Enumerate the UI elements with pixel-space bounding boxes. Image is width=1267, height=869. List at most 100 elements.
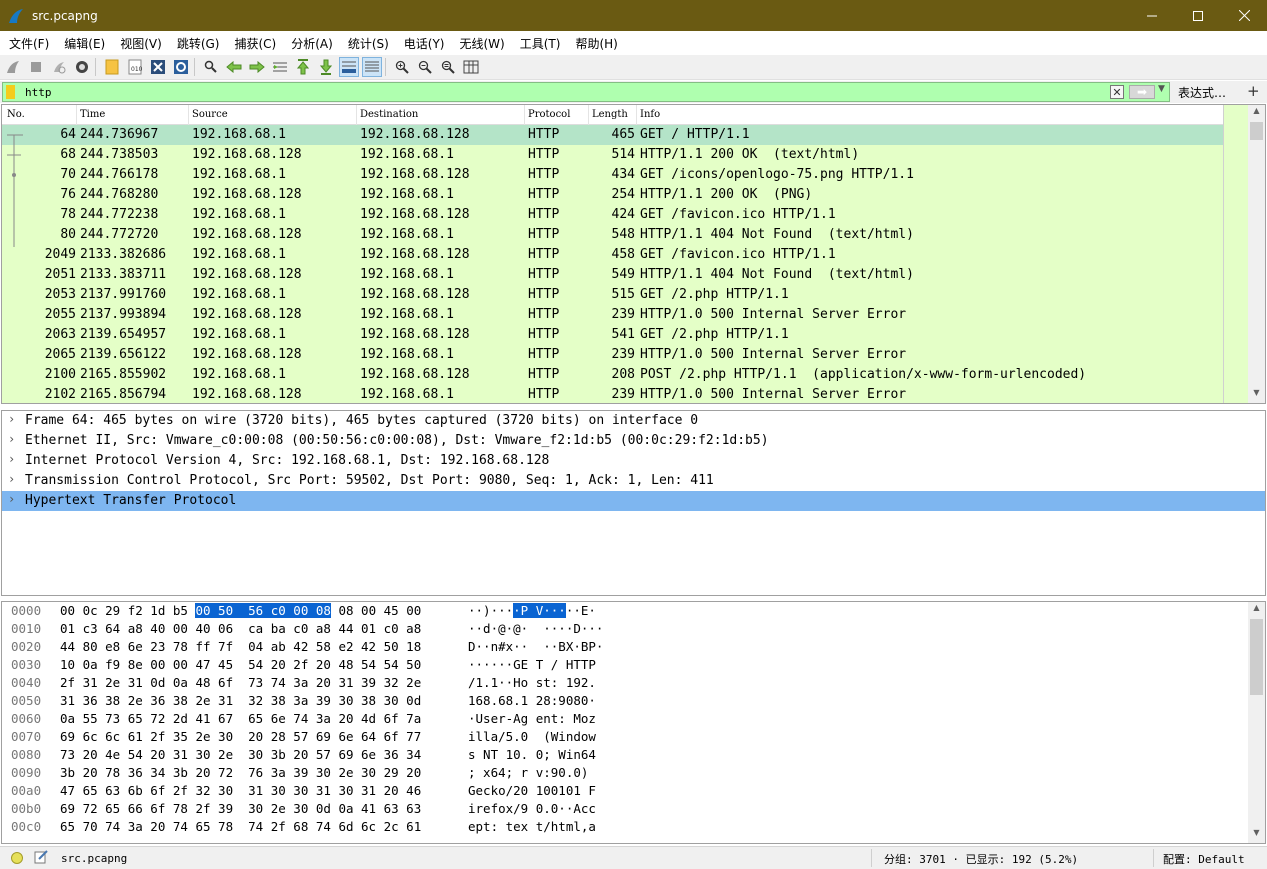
packet-row[interactable]: 76 244.768280 192.168.68.128 192.168.68.1 HT… (2, 185, 1223, 205)
tree-item-frame[interactable]: › Frame 64: 465 bytes on wire (3720 bits)… (2, 411, 1265, 431)
packet-row[interactable]: 2053 2137.991760 192.168.68.1 192.168.68.12… (2, 285, 1223, 305)
scrollbar-thumb[interactable] (1250, 619, 1263, 695)
tree-item-http[interactable]: › Hypertext Transfer Protocol (2, 491, 1265, 511)
capture-comment-icon[interactable] (34, 850, 48, 864)
bytes-row[interactable]: 0040 2f 31 2e 31 0d 0a 48 6f 73 74 3a 20 … (2, 674, 1249, 692)
scrollbar-thumb[interactable] (1250, 122, 1263, 140)
zoom-out-icon[interactable] (415, 57, 435, 77)
packet-row[interactable]: 70 244.766178 192.168.68.1 192.168.68.128 HT… (2, 165, 1223, 185)
packet-row[interactable]: 2102 2165.856794 192.168.68.128 192.168.68.… (2, 385, 1223, 403)
scroll-down-icon[interactable]: ▼ (1248, 388, 1265, 402)
menu-help[interactable]: 帮助(H) (566, 35, 623, 52)
bytes-row[interactable]: 0000 00 0c 29 f2 1d b5 00 50 56 c0 00 08… (2, 602, 1249, 620)
packet-row[interactable]: 2063 2139.654957 192.168.68.1 192.168.68.12… (2, 325, 1223, 345)
menu-tools[interactable]: 工具(T) (511, 35, 567, 52)
bytes-row[interactable]: 00c0 65 70 74 3a 20 74 65 78 74 2f 68 74 … (2, 818, 1249, 836)
scroll-down-icon[interactable]: ▼ (1248, 828, 1265, 842)
menu-analyze[interactable]: 分析(A) (282, 35, 339, 52)
packet-list-scrollbar[interactable]: ▲ ▼ (1248, 105, 1265, 403)
last-packet-icon[interactable] (316, 57, 336, 77)
menu-capture[interactable]: 捕获(C) (225, 35, 282, 52)
packet-row[interactable]: 68 244.738503 192.168.68.128 192.168.68.1 HT… (2, 145, 1223, 165)
expand-arrow-icon[interactable]: › (8, 492, 15, 506)
packet-row[interactable]: 2100 2165.855902 192.168.68.1 192.168.68.12… (2, 365, 1223, 385)
packet-row[interactable]: 2051 2133.383711 192.168.68.128 192.168.68.… (2, 265, 1223, 285)
expand-arrow-icon[interactable]: › (8, 472, 15, 486)
stop-capture-icon[interactable] (26, 57, 46, 77)
maximize-icon[interactable] (1175, 0, 1221, 31)
bytes-row[interactable]: 0060 0a 55 73 65 72 2d 41 67 65 6e 74 3a … (2, 710, 1249, 728)
menu-edit[interactable]: 编辑(E) (55, 35, 111, 52)
minimize-icon[interactable] (1129, 0, 1175, 31)
open-file-icon[interactable] (102, 57, 122, 77)
start-capture-icon[interactable] (3, 57, 23, 77)
menu-view[interactable]: 视图(V) (111, 35, 168, 52)
close-icon[interactable] (1221, 0, 1267, 31)
bytes-row[interactable]: 0070 69 6c 6c 61 2f 35 2e 30 20 28 57 69 … (2, 728, 1249, 746)
go-forward-icon[interactable] (247, 57, 267, 77)
normal-size-icon[interactable] (438, 57, 458, 77)
bytes-row[interactable]: 0090 3b 20 78 36 34 3b 20 72 76 3a 39 30 … (2, 764, 1249, 782)
reload-icon[interactable] (171, 57, 191, 77)
bytes-row[interactable]: 00a0 47 65 63 6b 6f 2f 32 30 31 30 30 31 … (2, 782, 1249, 800)
column-separator[interactable] (356, 105, 357, 125)
expand-arrow-icon[interactable]: › (8, 412, 15, 426)
column-separator[interactable] (588, 105, 589, 125)
expand-arrow-icon[interactable]: › (8, 452, 15, 466)
tree-item-tcp[interactable]: › Transmission Control Protocol, Src Port… (2, 471, 1265, 491)
close-file-icon[interactable] (148, 57, 168, 77)
colorize-icon[interactable] (362, 57, 382, 77)
go-back-icon[interactable] (224, 57, 244, 77)
column-separator[interactable] (636, 105, 637, 125)
scroll-up-icon[interactable]: ▲ (1248, 603, 1265, 617)
menu-telephony[interactable]: 电话(Y) (395, 35, 451, 52)
zoom-in-icon[interactable] (392, 57, 412, 77)
packet-row[interactable]: 64 244.736967 192.168.68.1 192.168.68.128 HT… (2, 125, 1223, 145)
expression-button[interactable]: 表达式… (1178, 84, 1226, 101)
packet-row[interactable]: 78 244.772238 192.168.68.1 192.168.68.128 HT… (2, 205, 1223, 225)
column-header-destination[interactable]: Destination (360, 109, 418, 120)
filter-text[interactable]: http (25, 86, 52, 99)
bytes-row[interactable]: 0050 31 36 38 2e 36 38 2e 31 32 38 3a 39 … (2, 692, 1249, 710)
packet-minimap[interactable] (1223, 105, 1248, 403)
packet-row[interactable]: 2049 2133.382686 192.168.68.1 192.168.68.12… (2, 245, 1223, 265)
tree-item-ethernet[interactable]: › Ethernet II, Src: Vmware_c0:00:08 (00:5… (2, 431, 1265, 451)
menu-file[interactable]: 文件(F) (0, 35, 55, 52)
column-header-protocol[interactable]: Protocol (528, 109, 570, 120)
find-packet-icon[interactable] (201, 57, 221, 77)
restart-capture-icon[interactable] (49, 57, 69, 77)
add-filter-button[interactable]: + (1247, 82, 1260, 100)
column-header-no[interactable]: No. (7, 109, 25, 120)
configuration-profile[interactable]: 配置: Default (1163, 851, 1245, 867)
column-header-info[interactable]: Info (640, 109, 660, 120)
bytes-row[interactable]: 0080 73 20 4e 54 20 31 30 2e 30 3b 20 57 … (2, 746, 1249, 764)
column-separator[interactable] (188, 105, 189, 125)
menu-statistics[interactable]: 统计(S) (339, 35, 395, 52)
display-filter-input[interactable]: http ✕ ➡ ▼ (2, 82, 1170, 102)
resize-columns-icon[interactable] (461, 57, 481, 77)
save-file-icon[interactable]: 010 (125, 57, 145, 77)
packet-row[interactable]: 80 244.772720 192.168.68.128 192.168.68.1 HT… (2, 225, 1223, 245)
column-header-source[interactable]: Source (192, 109, 228, 120)
first-packet-icon[interactable] (293, 57, 313, 77)
bytes-row[interactable]: 0020 44 80 e8 6e 23 78 ff 7f 04 ab 42 58 … (2, 638, 1249, 656)
menu-wireless[interactable]: 无线(W) (451, 35, 511, 52)
column-header-length[interactable]: Length (592, 109, 628, 120)
bytes-row[interactable]: 0030 10 0a f9 8e 00 00 47 45 54 20 2f 20 … (2, 656, 1249, 674)
tree-item-ip[interactable]: › Internet Protocol Version 4, Src: 192.1… (2, 451, 1265, 471)
bytes-scrollbar[interactable]: ▲ ▼ (1248, 602, 1265, 843)
autoscroll-icon[interactable] (339, 57, 359, 77)
scroll-up-icon[interactable]: ▲ (1248, 106, 1265, 120)
column-separator[interactable] (524, 105, 525, 125)
go-to-packet-icon[interactable] (270, 57, 290, 77)
expand-arrow-icon[interactable]: › (8, 432, 15, 446)
column-header-time[interactable]: Time (80, 109, 105, 120)
packet-row[interactable]: 2055 2137.993894 192.168.68.128 192.168.68.… (2, 305, 1223, 325)
clear-filter-icon[interactable]: ✕ (1110, 85, 1124, 99)
menu-go[interactable]: 跳转(G) (168, 35, 226, 52)
capture-options-icon[interactable] (72, 57, 92, 77)
expert-info-icon[interactable] (11, 852, 23, 864)
filter-history-dropdown-icon[interactable]: ▼ (1158, 84, 1165, 94)
filter-bookmark-icon[interactable] (6, 85, 15, 99)
apply-filter-icon[interactable]: ➡ (1129, 85, 1155, 99)
